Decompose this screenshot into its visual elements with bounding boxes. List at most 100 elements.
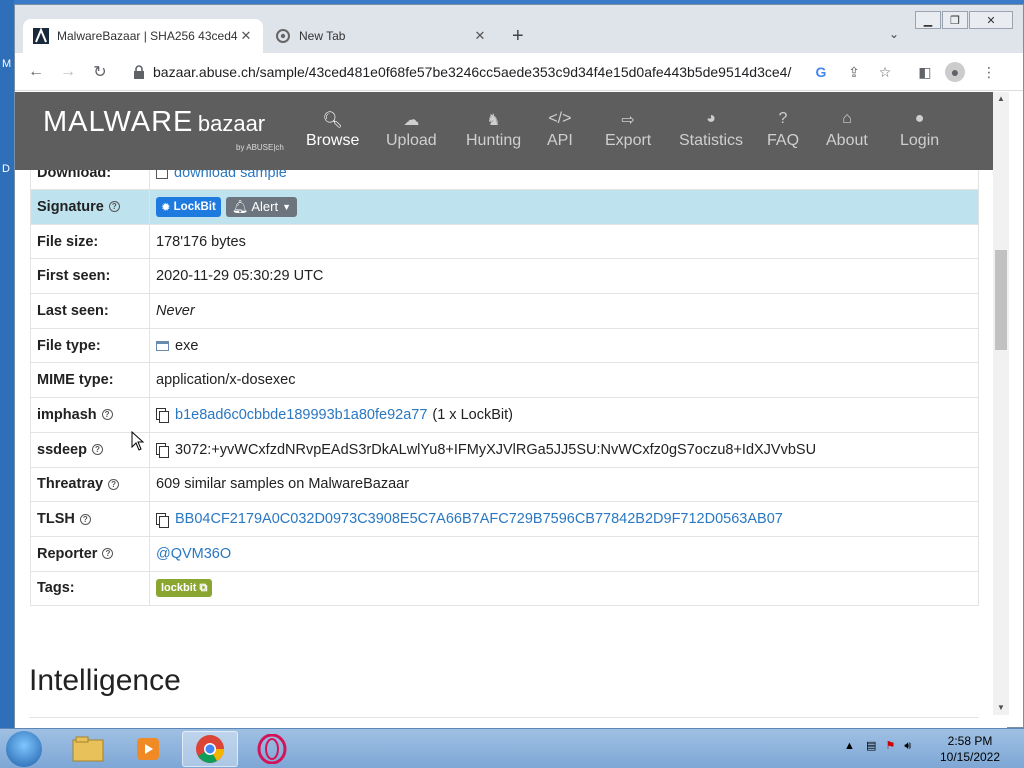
- hunting-icon: ♞: [486, 112, 501, 129]
- help-icon[interactable]: ?: [108, 478, 120, 490]
- minimize-window-icon[interactable]: ▁: [915, 11, 941, 29]
- profile-avatar-icon[interactable]: ●: [945, 62, 965, 82]
- help-icon[interactable]: ?: [101, 409, 113, 421]
- tag-lockbit[interactable]: lockbit ⧉: [156, 579, 213, 598]
- alert-dropdown-button[interactable]: 🔔︎ Alert ▼: [225, 196, 297, 217]
- row-key: imphash?: [31, 398, 150, 432]
- google-lens-icon[interactable]: G: [811, 62, 831, 82]
- tray-expand-icon[interactable]: ▲: [844, 740, 855, 752]
- copy-icon[interactable]: [156, 512, 169, 528]
- tab-malwarebazaar[interactable]: MalwareBazaar | SHA256 43ced4 ✕: [23, 19, 263, 53]
- row-key: First seen:: [31, 259, 150, 294]
- row-value: 2020-11-29 05:30:29 UTC: [156, 268, 324, 285]
- url-text: bazaar.abuse.ch/sample/43ced481e0f68fe57…: [153, 64, 792, 80]
- lock-icon: [134, 65, 144, 79]
- nav-faq[interactable]: ? FAQ: [767, 110, 799, 150]
- row-value: BB04CF2179A0C032D0973C3908E5C7A66B7AFC72…: [150, 502, 978, 536]
- table-row-signature: Signature? ✹ LockBit 🔔︎ Alert ▼: [31, 190, 978, 225]
- malwarebazaar-logo[interactable]: MALWARE bazaar by ABUSE|ch: [43, 106, 284, 152]
- nav-upload[interactable]: ☁ Upload: [386, 110, 437, 150]
- page-scrollbar[interactable]: ▲ ▼: [993, 92, 1009, 715]
- close-tab-icon[interactable]: ✕: [239, 28, 253, 44]
- close-tab-icon[interactable]: ✕: [473, 28, 487, 44]
- network-icon[interactable]: ▤: [866, 740, 876, 752]
- imphash-note: (1 x LockBit): [432, 406, 513, 423]
- table-row-mime: MIME type: application/x-dosexec: [31, 363, 978, 399]
- row-value: 3072:+yvWCxfzdNRvpEAdS3rDkALwlYu8+IFMyXJ…: [150, 433, 978, 467]
- nav-hunting[interactable]: ♞ Hunting: [466, 110, 521, 150]
- alert-label: Alert: [251, 199, 279, 215]
- copy-icon[interactable]: [156, 408, 169, 424]
- row-value: b1e8ad6c0cbbde189993b1a80fe92a77 (1 x Loc…: [150, 398, 978, 432]
- action-center-icon[interactable]: ⚑: [885, 740, 895, 752]
- nav-api[interactable]: </> API: [547, 110, 573, 150]
- nav-label: FAQ: [767, 132, 800, 149]
- row-key: File type:: [31, 328, 150, 363]
- restore-window-icon[interactable]: ❐: [942, 11, 968, 29]
- filetype-text: exe: [175, 337, 199, 354]
- nav-login[interactable]: ● Login: [900, 110, 939, 150]
- key-label: imphash: [37, 406, 97, 423]
- chrome-taskbar-icon[interactable]: [182, 731, 238, 767]
- export-icon: ⇨: [621, 112, 635, 129]
- clock-time: 2:58 PM: [947, 734, 993, 748]
- volume-icon[interactable]: 🔊︎: [904, 740, 911, 752]
- code-icon: </>: [548, 110, 572, 127]
- nav-label: Upload: [386, 132, 437, 149]
- window-file-icon: [156, 340, 169, 351]
- forward-arrow-icon[interactable]: →: [57, 61, 79, 83]
- table-row-lastseen: Last seen: Never: [31, 294, 978, 329]
- table-row-filetype: File type: exe: [31, 328, 978, 364]
- row-value: ✹ LockBit 🔔︎ Alert ▼: [150, 190, 978, 224]
- start-button-icon[interactable]: [6, 731, 42, 767]
- back-arrow-icon[interactable]: ←: [25, 61, 47, 83]
- system-clock[interactable]: 2:58 PM 10/15/2022: [930, 733, 1010, 765]
- nav-export[interactable]: ⇨ Export: [605, 110, 651, 150]
- nav-statistics[interactable]: ◕ Statistics: [679, 110, 743, 150]
- reporter-link[interactable]: @QVM36O: [156, 546, 231, 562]
- divider: [29, 717, 979, 718]
- tab-search-chevron-icon[interactable]: ⌄: [889, 27, 899, 41]
- imphash-link[interactable]: b1e8ad6c0cbbde189993b1a80fe92a77: [175, 407, 427, 423]
- external-link-icon: ⧉: [199, 581, 208, 594]
- scroll-up-arrow-icon[interactable]: ▲: [993, 92, 1009, 106]
- help-icon[interactable]: ?: [79, 513, 91, 525]
- bank-icon: ⌂: [842, 110, 852, 127]
- tlsh-link[interactable]: BB04CF2179A0C032D0973C3908E5C7A66B7AFC72…: [175, 511, 783, 527]
- row-key: Reporter?: [31, 536, 150, 571]
- nav-about[interactable]: ⌂ About: [826, 110, 868, 150]
- help-icon[interactable]: ?: [91, 444, 103, 456]
- nav-browse[interactable]: 🔍︎ Browse: [306, 110, 359, 150]
- row-value: exe: [150, 329, 978, 363]
- row-key: MIME type:: [31, 363, 150, 398]
- bookmark-star-icon[interactable]: ☆: [875, 62, 895, 82]
- close-window-icon[interactable]: ✕: [969, 11, 1013, 29]
- media-player-icon[interactable]: [120, 731, 176, 767]
- row-value: 609 similar samples on MalwareBazaar: [156, 476, 410, 493]
- share-icon[interactable]: ⇪: [844, 62, 864, 82]
- row-value: 178'176 bytes: [156, 233, 246, 250]
- scroll-down-arrow-icon[interactable]: ▼: [993, 701, 1009, 715]
- nav-label: Export: [605, 132, 652, 149]
- scrollbar-thumb[interactable]: [995, 250, 1007, 350]
- new-tab-plus-icon[interactable]: +: [512, 25, 524, 48]
- table-row-ssdeep: ssdeep? 3072:+yvWCxfzdNRvpEAdS3rDkALwlYu…: [31, 432, 978, 468]
- row-key: Threatray?: [31, 467, 150, 502]
- copy-icon[interactable]: [156, 443, 169, 459]
- help-icon[interactable]: ?: [108, 201, 120, 213]
- badge-label: LockBit: [173, 200, 216, 213]
- signature-badge[interactable]: ✹ LockBit: [156, 196, 221, 217]
- help-icon[interactable]: ?: [102, 548, 114, 560]
- opera-icon[interactable]: [244, 731, 300, 767]
- side-panel-icon[interactable]: ◧: [915, 62, 935, 82]
- tab-new-tab[interactable]: New Tab ✕: [265, 19, 497, 53]
- logo-main: MALWARE: [43, 106, 194, 138]
- reload-icon[interactable]: ↻: [89, 61, 111, 83]
- search-icon: 🔍︎: [322, 112, 343, 129]
- mouse-cursor-icon: [131, 431, 145, 451]
- address-bar[interactable]: bazaar.abuse.ch/sample/43ced481e0f68fe57…: [121, 58, 801, 86]
- file-explorer-icon[interactable]: [60, 731, 116, 767]
- more-menu-icon[interactable]: ⋮: [979, 62, 999, 82]
- page-viewport: MALWARE bazaar by ABUSE|ch 🔍︎ Browse ☁ Upl…: [15, 92, 1007, 728]
- table-row-firstseen: First seen: 2020-11-29 05:30:29 UTC: [31, 259, 978, 295]
